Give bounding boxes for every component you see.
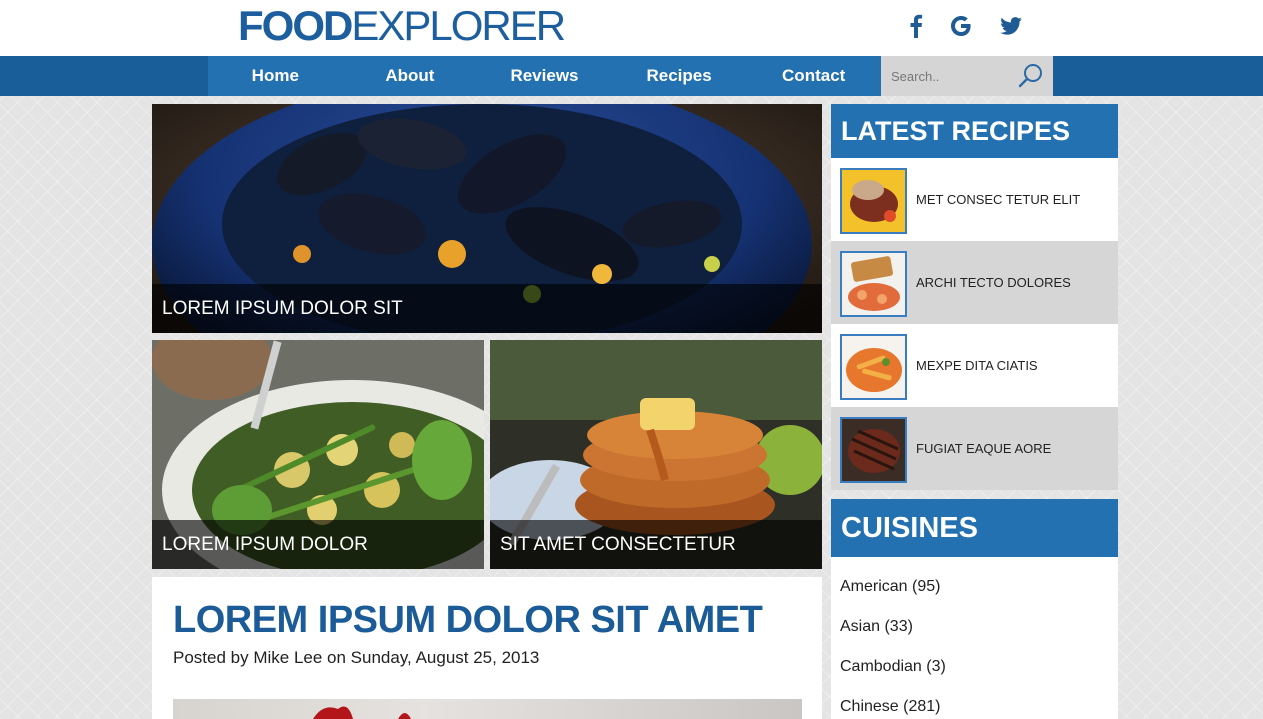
- featured-right-caption[interactable]: SIT AMET CONSECTETUR: [490, 520, 822, 569]
- article-title[interactable]: LOREM IPSUM DOLOR SIT AMET: [173, 599, 763, 642]
- recipe-thumb: [840, 251, 907, 317]
- recipe-thumb: [840, 417, 907, 483]
- nav-menu: Home About Reviews Recipes Contact: [208, 56, 881, 96]
- article-card: LOREM IPSUM DOLOR SIT AMET Posted by Mik…: [152, 577, 822, 719]
- featured-main-tile[interactable]: LOREM IPSUM DOLOR SIT: [152, 104, 822, 333]
- site-logo[interactable]: FOOD EXPLORER: [238, 2, 566, 49]
- twitter-icon[interactable]: [997, 12, 1025, 40]
- nav-recipes[interactable]: Recipes: [612, 56, 747, 96]
- main-navbar: Home About Reviews Recipes Contact: [0, 56, 1263, 96]
- recipe-label[interactable]: MET CONSEC TETUR ELIT: [916, 158, 1080, 241]
- nav-reviews[interactable]: Reviews: [477, 56, 612, 96]
- recipe-thumb: [840, 334, 907, 400]
- search-input[interactable]: [881, 56, 1016, 96]
- logo-explorer: EXPLORER: [351, 2, 566, 49]
- cuisine-link[interactable]: American (95): [840, 578, 940, 596]
- cuisine-link[interactable]: Asian (33): [840, 618, 913, 636]
- google-icon[interactable]: [947, 12, 975, 40]
- nav-contact[interactable]: Contact: [746, 56, 881, 96]
- facebook-icon[interactable]: [902, 12, 930, 40]
- cuisine-link[interactable]: Cambodian (3): [840, 658, 946, 676]
- cuisines-list: American (95) Asian (33) Cambodian (3) C…: [831, 557, 1118, 719]
- recipe-label[interactable]: ARCHI TECTO DOLORES: [916, 241, 1071, 324]
- nav-about[interactable]: About: [343, 56, 478, 96]
- recipe-thumb: [840, 168, 907, 234]
- article-image: [173, 699, 802, 719]
- site-header: FOOD EXPLORER: [0, 0, 1263, 56]
- nav-home[interactable]: Home: [208, 56, 343, 96]
- recipe-label[interactable]: MEXPE DITA CIATIS: [916, 324, 1038, 407]
- featured-right-tile[interactable]: SIT AMET CONSECTETUR: [490, 340, 822, 569]
- recipe-label[interactable]: FUGIAT EAQUE AORE: [916, 407, 1051, 490]
- latest-recipes-heading: LATEST RECIPES: [831, 104, 1118, 158]
- search-box: [881, 56, 1053, 96]
- featured-main-caption[interactable]: LOREM IPSUM DOLOR SIT: [152, 284, 822, 333]
- search-icon[interactable]: [1017, 62, 1045, 90]
- recipe-item-3[interactable]: MEXPE DITA CIATIS: [831, 324, 1118, 407]
- cuisines-heading: CUISINES: [831, 499, 1118, 557]
- featured-left-caption[interactable]: LOREM IPSUM DOLOR: [152, 520, 484, 569]
- logo-food: FOOD: [238, 2, 353, 49]
- featured-left-tile[interactable]: LOREM IPSUM DOLOR: [152, 340, 484, 569]
- cuisine-link[interactable]: Chinese (281): [840, 698, 941, 716]
- article-meta: Posted by Mike Lee on Sunday, August 25,…: [173, 648, 540, 667]
- recipe-item-1[interactable]: MET CONSEC TETUR ELIT: [831, 158, 1118, 241]
- recipe-item-4[interactable]: FUGIAT EAQUE AORE: [831, 407, 1118, 490]
- recipe-item-2[interactable]: ARCHI TECTO DOLORES: [831, 241, 1118, 324]
